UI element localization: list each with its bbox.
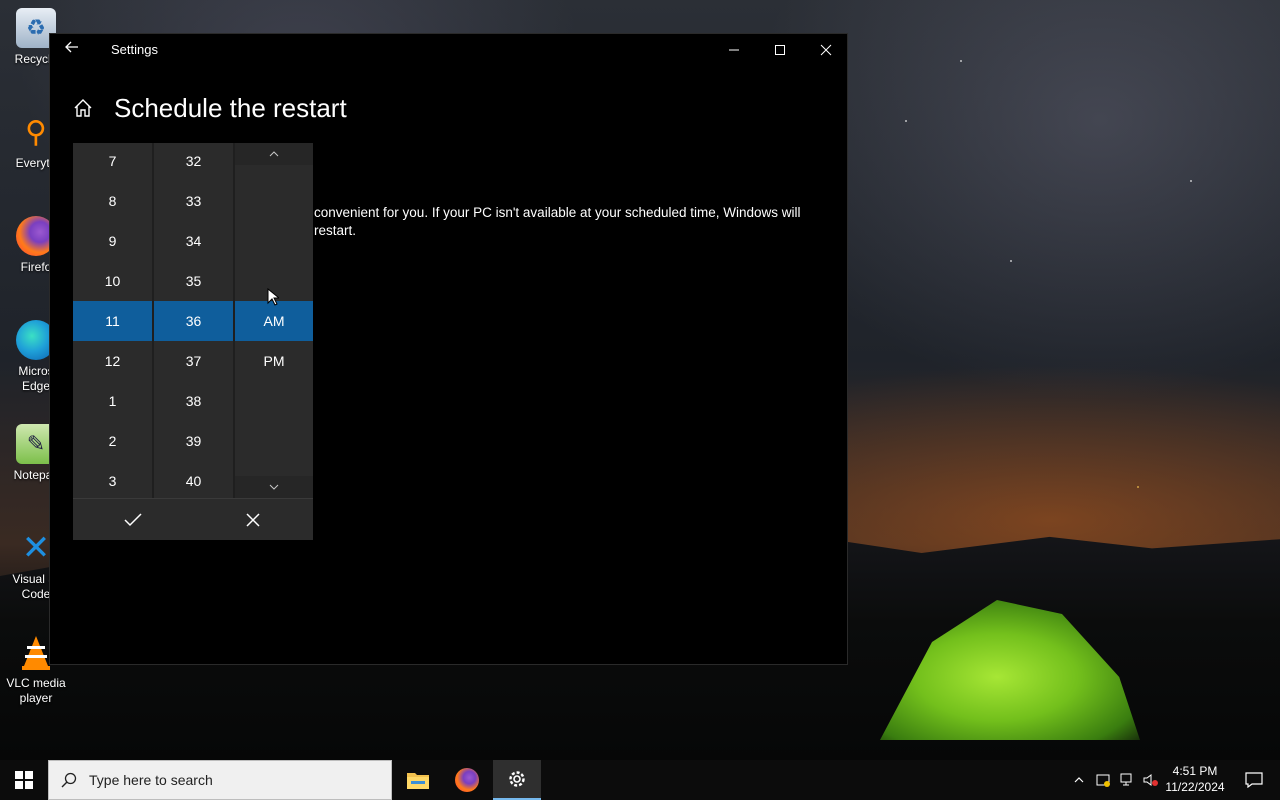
chevron-up-icon [269, 151, 279, 157]
close-window-button[interactable] [803, 34, 849, 66]
volume-muted-icon [1143, 774, 1158, 786]
minute-option[interactable]: 39 [154, 421, 233, 461]
minimize-button[interactable] [711, 34, 757, 66]
minute-option[interactable]: 37 [154, 341, 233, 381]
hour-option[interactable]: 12 [73, 341, 152, 381]
show-hidden-icons-button[interactable] [1068, 760, 1090, 800]
hour-column[interactable]: 7 8 9 10 11 12 1 2 3 [73, 143, 152, 498]
minute-column[interactable]: 32 33 34 35 36 37 38 39 40 [154, 143, 233, 498]
notification-icon [1245, 772, 1263, 788]
accept-button[interactable] [73, 499, 193, 541]
description-line: convenient for you. If your PC isn't ava… [314, 205, 801, 220]
period-option[interactable]: PM [235, 341, 313, 381]
time-picker-columns: 7 8 9 10 11 12 1 2 3 32 33 34 35 36 37 38 39 40 AM PM [73, 143, 313, 498]
period-option[interactable]: AM [235, 301, 313, 341]
chevron-down-icon [269, 484, 279, 490]
hour-option[interactable]: 10 [73, 261, 152, 301]
window-app-title: Settings [111, 42, 158, 57]
minute-option[interactable]: 33 [154, 181, 233, 221]
home-icon[interactable] [72, 97, 94, 119]
wallpaper-star [960, 60, 962, 62]
start-button[interactable] [0, 760, 48, 800]
description-line: restart. [314, 223, 357, 238]
wallpaper-star [1137, 486, 1139, 488]
minute-option[interactable]: 40 [154, 461, 233, 498]
chevron-up-icon [1074, 777, 1084, 783]
search-icon [49, 760, 89, 800]
taskbar-app-file-explorer[interactable] [394, 760, 442, 800]
windows-logo-icon [15, 771, 33, 789]
close-icon [820, 44, 832, 56]
gear-icon [509, 771, 525, 787]
taskbar-search-box[interactable]: Type here to search [48, 760, 392, 800]
taskbar-clock[interactable]: 4:51 PM 11/22/2024 [1160, 763, 1230, 795]
minute-option[interactable]: 35 [154, 261, 233, 301]
shield-warning-icon [1096, 774, 1110, 787]
maximize-button[interactable] [757, 34, 803, 66]
dismiss-button[interactable] [193, 499, 313, 541]
desktop-icon-label: VLC media player [6, 676, 66, 705]
scroll-up-button[interactable] [235, 143, 313, 165]
minute-option[interactable]: 38 [154, 381, 233, 421]
scroll-down-button[interactable] [235, 476, 313, 498]
checkmark-icon [124, 513, 142, 527]
period-column[interactable]: AM PM [235, 143, 313, 498]
hour-option[interactable]: 8 [73, 181, 152, 221]
minute-option[interactable]: 36 [154, 301, 233, 341]
window-titlebar[interactable]: Settings [50, 34, 849, 66]
back-arrow-icon[interactable] [60, 40, 84, 60]
close-icon [246, 513, 260, 527]
time-picker-footer [73, 498, 313, 540]
action-center-button[interactable] [1234, 760, 1274, 800]
hour-option[interactable]: 11 [73, 301, 152, 341]
mouse-pointer-icon [267, 288, 279, 306]
wallpaper-star [1010, 260, 1012, 262]
taskbar-app-settings[interactable] [493, 760, 541, 800]
hour-option[interactable]: 1 [73, 381, 152, 421]
search-placeholder: Type here to search [89, 772, 213, 788]
hour-option[interactable]: 9 [73, 221, 152, 261]
tray-security-icon[interactable] [1092, 760, 1114, 800]
hour-option[interactable]: 3 [73, 461, 152, 498]
time-picker-flyout: 7 8 9 10 11 12 1 2 3 32 33 34 35 36 37 38 39 40 AM PM [73, 143, 313, 540]
page-header: Schedule the restart [72, 90, 347, 126]
taskbar-app-firefox[interactable] [443, 760, 491, 800]
page-title: Schedule the restart [114, 92, 347, 123]
clock-date: 11/22/2024 [1165, 780, 1225, 794]
minute-option[interactable]: 32 [154, 143, 233, 181]
wallpaper-star [1190, 180, 1192, 182]
wallpaper-star [905, 120, 907, 122]
taskbar: Type here to search 4:51 PM 11/22/2024 [0, 760, 1280, 800]
maximize-icon [775, 45, 785, 55]
tray-volume-icon[interactable] [1139, 760, 1161, 800]
network-icon [1120, 773, 1132, 786]
folder-icon [407, 773, 429, 789]
firefox-icon [455, 768, 479, 792]
hour-option[interactable]: 2 [73, 421, 152, 461]
tray-network-icon[interactable] [1116, 760, 1138, 800]
hour-option[interactable]: 7 [73, 143, 152, 181]
minimize-icon [729, 49, 739, 51]
clock-time: 4:51 PM [1172, 764, 1218, 778]
restart-description: convenient for you. If your PC isn't ava… [314, 204, 834, 240]
minute-option[interactable]: 34 [154, 221, 233, 261]
